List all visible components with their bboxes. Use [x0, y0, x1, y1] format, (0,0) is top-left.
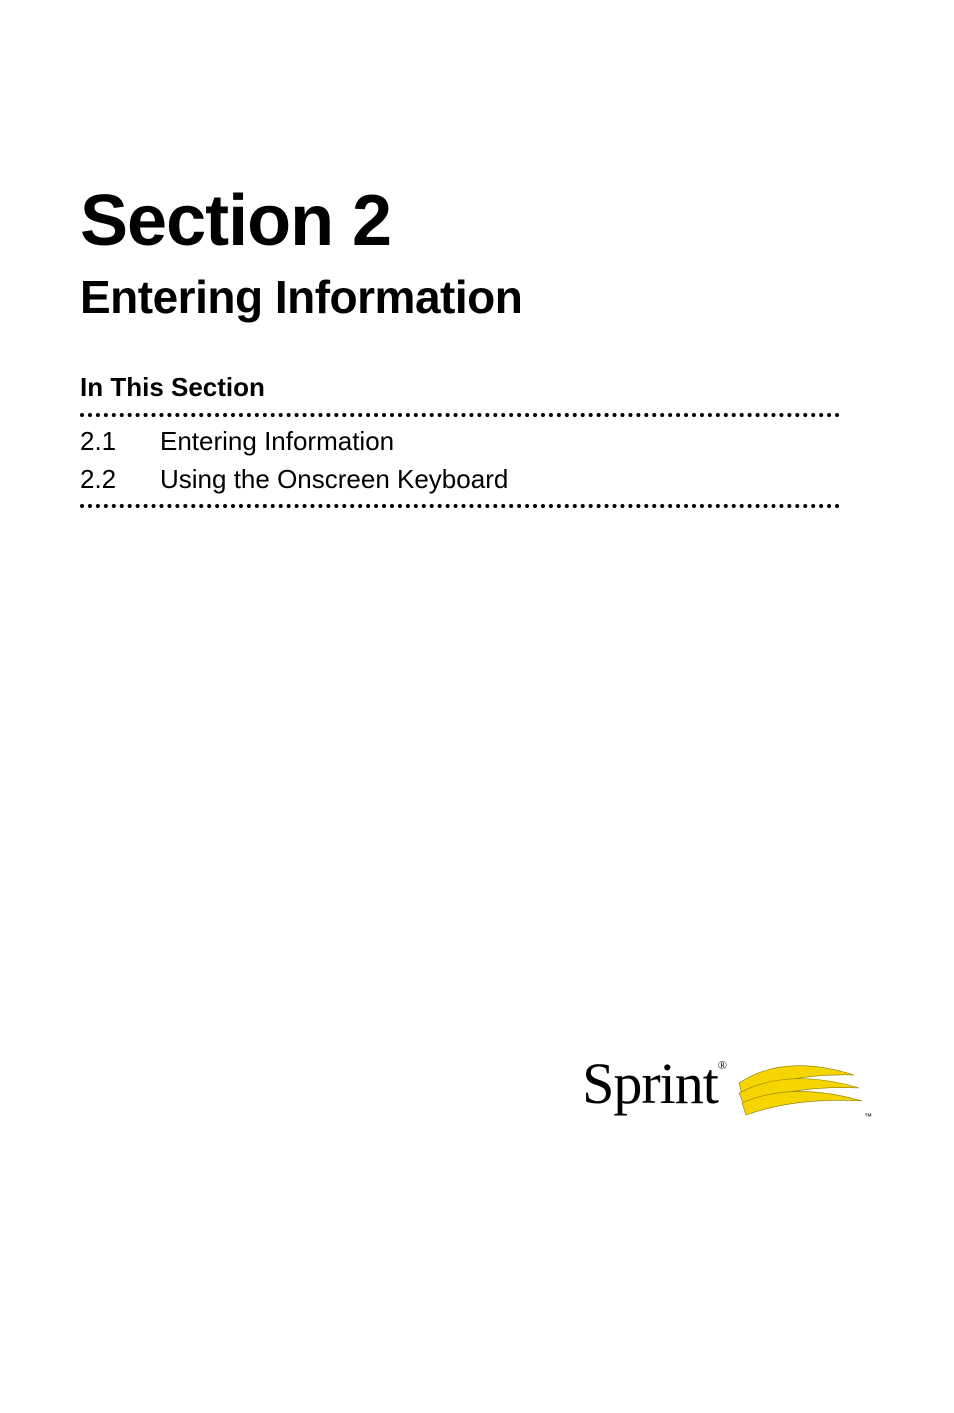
- brand-name: Sprint®: [582, 1050, 726, 1117]
- divider-top: [80, 413, 840, 417]
- document-page: Section 2 Entering Information In This S…: [0, 0, 954, 594]
- brand-name-text: Sprint: [582, 1051, 718, 1116]
- trademark-icon: ™: [864, 1112, 872, 1121]
- toc-list: 2.1 Entering Information 2.2 Using the O…: [80, 423, 874, 498]
- toc-item: 2.1 Entering Information: [80, 423, 874, 461]
- toc-item: 2.2 Using the Onscreen Keyboard: [80, 461, 874, 499]
- toc-item-label: Entering Information: [160, 423, 874, 461]
- in-this-section-label: In This Section: [80, 372, 874, 403]
- divider-bottom: [80, 504, 840, 508]
- section-title-heading: Entering Information: [80, 270, 874, 324]
- toc-item-number: 2.2: [80, 461, 160, 499]
- toc-item-label: Using the Onscreen Keyboard: [160, 461, 874, 499]
- registered-mark-icon: ®: [718, 1058, 726, 1072]
- brand-swoosh-icon: ™: [734, 1033, 874, 1133]
- toc-item-number: 2.1: [80, 423, 160, 461]
- brand-logo: Sprint® ™: [514, 1033, 874, 1133]
- section-number-heading: Section 2: [80, 180, 874, 262]
